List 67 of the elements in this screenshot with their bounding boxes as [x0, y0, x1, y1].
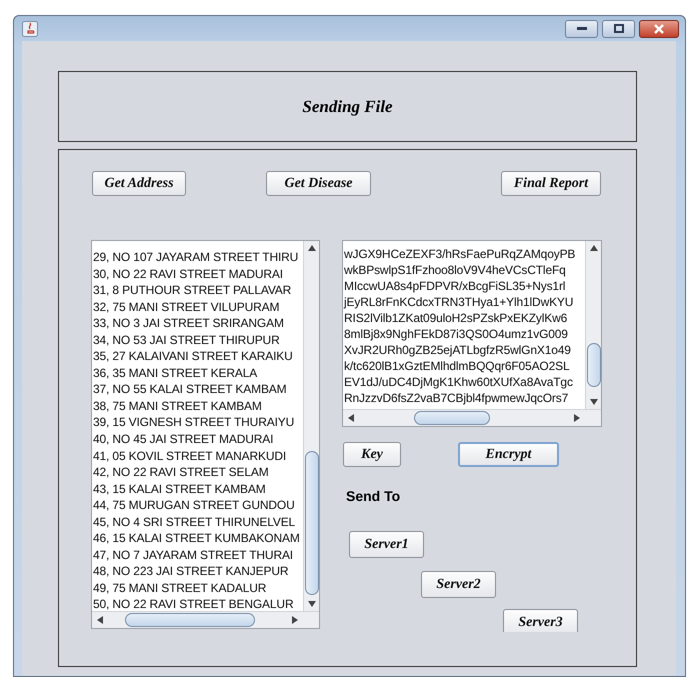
app-icon: [22, 20, 38, 36]
up-arrow-icon[interactable]: [590, 245, 598, 251]
toolbar-button[interactable]: Final Report: [501, 171, 601, 196]
panel-title: Sending File: [302, 96, 393, 118]
text-line: k/tc620lB1xGztEMlhdlmBQQqr6F05AO2SL: [343, 358, 571, 374]
text-line: wJGX9HCeZEXF3/hRsFaePuRqZAMqoyPB: [343, 246, 576, 262]
list-item[interactable]: 35, 27 KALAIVANI STREET KARAIKU: [92, 348, 303, 365]
text-line: 8mlBj8x9NghFEkD87i3QS0O4umz1vG009: [343, 326, 569, 342]
list-item[interactable]: 31, 8 PUTHOUR STREET PALLAVAR: [92, 282, 303, 299]
list-item[interactable]: 46, 15 KALAI STREET KUMBAKONAM: [92, 530, 303, 547]
down-arrow-icon[interactable]: [590, 399, 598, 405]
send-to-label: Send To: [346, 488, 400, 504]
left-arrow-icon[interactable]: [97, 616, 103, 624]
server-button[interactable]: Server1: [349, 531, 424, 558]
list-item[interactable]: 33, NO 3 JAI STREET SRIRANGAM: [92, 315, 303, 332]
scroll-thumb[interactable]: [125, 613, 255, 628]
horizontal-scrollbar[interactable]: [343, 409, 601, 426]
right-arrow-icon[interactable]: [574, 414, 580, 422]
minimize-icon: [576, 26, 586, 30]
list-item[interactable]: 43, 15 KALAI STREET KAMBAM: [92, 480, 303, 498]
left-arrow-icon[interactable]: [348, 414, 354, 422]
action-button[interactable]: Encrypt: [458, 442, 559, 467]
horizontal-scrollbar[interactable]: [92, 611, 319, 628]
list-item[interactable]: 36, 35 MANI STREET KERALA: [92, 364, 303, 382]
up-arrow-icon[interactable]: [308, 245, 316, 251]
scroll-thumb[interactable]: [414, 411, 490, 425]
list-item[interactable]: 34, NO 53 JAI STREET THIRUPUR: [92, 332, 303, 348]
vertical-scrollbar[interactable]: [585, 241, 601, 409]
list-item[interactable]: 37, NO 55 KALAI STREET KAMBAM: [92, 381, 303, 398]
list-item[interactable]: 49, 75 MANI STREET KADALUR: [92, 580, 303, 596]
text-line: EV1dJ/uDC4DjMgK1Khw60tXUfXa8AvaTgc: [343, 374, 574, 390]
close-button[interactable]: [639, 20, 679, 38]
list-item[interactable]: 45, NO 4 SRI STREET THIRUNELVEL: [92, 514, 303, 530]
list-item[interactable]: 30, NO 22 RAVI STREET MADURAI: [92, 266, 303, 282]
toolbar-button[interactable]: Get Address: [92, 171, 186, 196]
vertical-scrollbar[interactable]: [303, 241, 319, 612]
text-line: wkBPswlpS1fFzhoo8loV9V4heVCsCTleFq: [343, 262, 567, 278]
right-arrow-icon[interactable]: [292, 616, 298, 624]
list-item[interactable]: 39, 15 VIGNESH STREET THURAIYU: [92, 414, 303, 432]
minimize-button[interactable]: [565, 20, 598, 38]
down-arrow-icon[interactable]: [308, 601, 316, 608]
action-button[interactable]: Key: [343, 442, 401, 467]
list-item[interactable]: 29, NO 107 JAYARAM STREET THIRU: [92, 249, 303, 266]
list-item[interactable]: 42, NO 22 RAVI STREET SELAM: [92, 464, 303, 481]
maximize-button[interactable]: [602, 20, 635, 38]
text-line: XvJR2URh0gZB25ejATLbgfzR5wlGnX1o49: [343, 342, 572, 358]
text-line: RIS2lVilb1ZKat09uloH2sPZskPxEKZylKw6: [343, 310, 568, 326]
server-button[interactable]: Server2: [421, 571, 496, 598]
scroll-thumb[interactable]: [586, 343, 600, 387]
maximize-icon: [614, 24, 624, 33]
list-item[interactable]: 50, NO 22 RAVI STREET BENGALUR: [92, 596, 303, 612]
list-item[interactable]: 47, NO 7 JAYARAM STREET THURAI: [92, 546, 303, 564]
list-item[interactable]: 44, 75 MURUGAN STREET GUNDOU: [92, 497, 303, 514]
close-icon: [653, 24, 665, 34]
list-item[interactable]: 38, 75 MANI STREET KAMBAM: [92, 398, 303, 414]
text-line: RnJzzvD6fsZ2vaB7CBjbl4fpwmewJqcOrs7: [343, 390, 570, 406]
server-button[interactable]: Server3: [503, 609, 578, 632]
toolbar-button[interactable]: Get Disease: [266, 171, 371, 196]
list-item[interactable]: 48, NO 223 JAI STREET KANJEPUR: [92, 563, 303, 580]
list-item[interactable]: 40, NO 45 JAI STREET MADURAI: [92, 431, 303, 448]
text-line: MIccwUA8s4pFDPVR/xBcgFiSL35+Nys1rl: [343, 278, 566, 294]
encrypted-text-area[interactable]: [342, 240, 602, 427]
list-item[interactable]: 41, 05 KOVIL STREET MANARKUDI: [92, 448, 303, 464]
text-line: jEyRL8rFnKCdcxTRN3THya1+Ylh1lDwKYU: [343, 294, 574, 310]
list-item[interactable]: 32, 75 MANI STREET VILUPURAM: [92, 298, 303, 316]
scroll-thumb[interactable]: [304, 451, 318, 595]
address-list[interactable]: [91, 240, 320, 629]
